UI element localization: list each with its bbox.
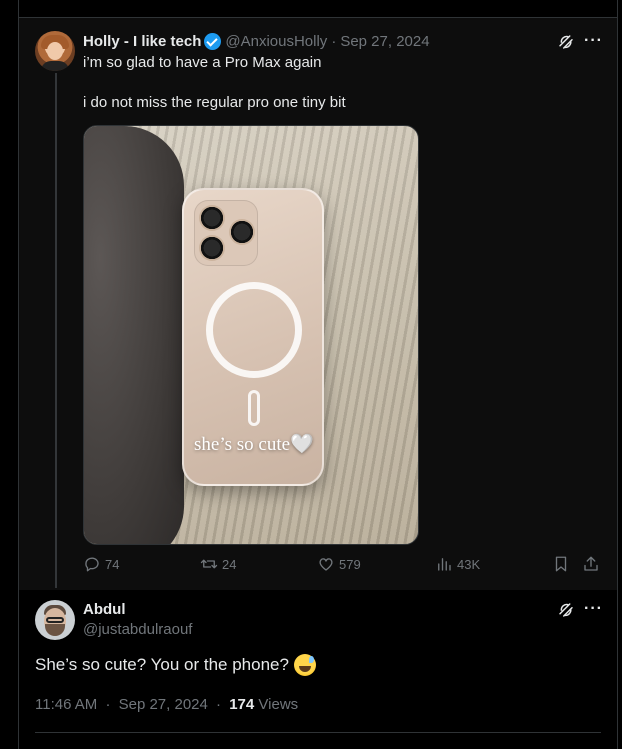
reply-date[interactable]: Sep 27, 2024 bbox=[119, 696, 208, 713]
tweet-media[interactable]: she’s so cute🤍 bbox=[83, 125, 419, 545]
tweet[interactable]: Holly - I like tech @AnxiousHolly · Sep … bbox=[19, 18, 617, 590]
reply-button[interactable]: 74 bbox=[83, 555, 119, 573]
avatar[interactable] bbox=[35, 31, 75, 71]
grok-icon[interactable] bbox=[557, 33, 575, 51]
more-icon[interactable]: ··· bbox=[584, 601, 603, 617]
views-button[interactable]: 43K bbox=[435, 555, 480, 573]
reply-views-label: Views bbox=[258, 696, 299, 713]
views-icon bbox=[438, 558, 451, 571]
repost-icon bbox=[200, 559, 218, 569]
grok-icon[interactable] bbox=[557, 601, 575, 619]
tweet-text-line: i’m so glad to have a Pro Max again bbox=[83, 54, 322, 71]
author-name[interactable]: Holly - I like tech bbox=[83, 33, 201, 50]
like-icon bbox=[319, 558, 333, 571]
separator: · bbox=[216, 696, 222, 713]
tweet-header: Holly - I like tech @AnxiousHolly · Sep … bbox=[83, 31, 430, 51]
media-caption: she’s so cute🤍 bbox=[194, 434, 314, 455]
repost-button[interactable]: 24 bbox=[200, 555, 236, 573]
bookmark-icon[interactable] bbox=[552, 555, 570, 573]
reply-tweet[interactable]: Abdul @justabdulraouf ··· She’s so cute?… bbox=[19, 590, 617, 749]
separator: · bbox=[105, 696, 111, 713]
like-count: 579 bbox=[339, 556, 361, 572]
tweet-date[interactable]: Sep 27, 2024 bbox=[340, 33, 429, 50]
sweat-smile-emoji-icon bbox=[293, 654, 316, 676]
reply-meta: 11:46 AM · Sep 27, 2024 · 174 Views bbox=[35, 696, 298, 713]
like-button[interactable]: 579 bbox=[317, 555, 361, 573]
reply-count: 74 bbox=[105, 556, 120, 572]
reply-time[interactable]: 11:46 AM bbox=[35, 696, 97, 713]
author-handle[interactable]: @justabdulraouf bbox=[83, 621, 192, 638]
avatar[interactable] bbox=[35, 600, 75, 640]
author-name[interactable]: Abdul bbox=[83, 601, 126, 618]
more-icon[interactable]: ··· bbox=[584, 33, 603, 49]
thread-line bbox=[55, 73, 57, 588]
tweet-actions: 74 24 579 43K bbox=[83, 555, 603, 577]
reply-text-row: She’s so cute? You or the phone? bbox=[35, 654, 316, 676]
repost-count: 24 bbox=[222, 556, 237, 572]
reply-views-count: 174 bbox=[229, 696, 255, 713]
timeline-column: Holly - I like tech @AnxiousHolly · Sep … bbox=[18, 0, 618, 749]
separator: · bbox=[331, 32, 337, 50]
reply-icon bbox=[85, 557, 99, 572]
divider bbox=[35, 732, 601, 733]
author-handle[interactable]: @AnxiousHolly bbox=[225, 33, 327, 50]
share-icon[interactable] bbox=[582, 555, 600, 573]
reply-text: She’s so cute? You or the phone? bbox=[35, 655, 289, 674]
tweet-text-line: i do not miss the regular pro one tiny b… bbox=[83, 94, 346, 111]
verified-badge-icon bbox=[204, 32, 222, 50]
views-count: 43K bbox=[457, 556, 481, 572]
